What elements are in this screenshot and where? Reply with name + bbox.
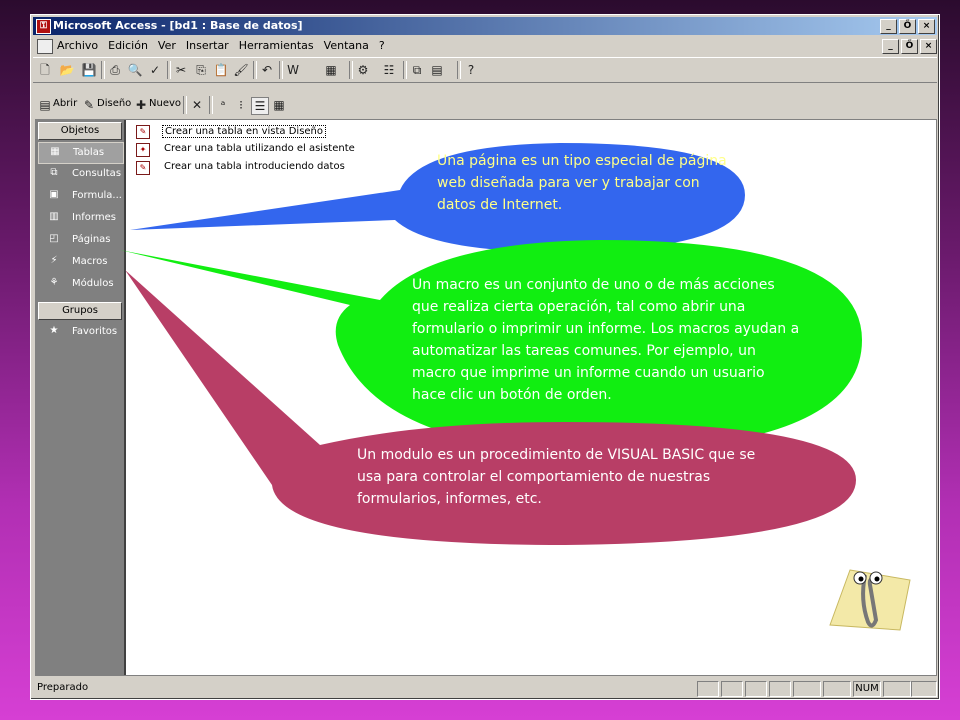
macro-icon: ⚡: [50, 255, 58, 266]
new-object-icon[interactable]: ▤: [429, 62, 445, 78]
new-file-icon[interactable]: 🗋: [37, 62, 53, 78]
cut-icon[interactable]: ✂: [173, 62, 189, 78]
doc-close-button[interactable]: ×: [920, 39, 937, 54]
object-formularios[interactable]: ▣ Formula...: [38, 186, 122, 206]
new-button[interactable]: Nuevo: [149, 98, 181, 109]
relationships-icon[interactable]: ⧉: [409, 62, 425, 78]
analyze-icon[interactable]: ▦: [323, 62, 339, 78]
print-icon[interactable]: ⎙: [107, 62, 123, 78]
paste-icon[interactable]: 📋: [213, 62, 229, 78]
menu-help[interactable]: ?: [379, 39, 385, 52]
objects-header[interactable]: Objetos: [38, 122, 122, 140]
copy-icon[interactable]: ⎘: [193, 62, 209, 78]
details-view-icon[interactable]: ▦: [271, 97, 287, 113]
object-modulos[interactable]: ⚘ Módulos: [38, 274, 122, 294]
object-tablas[interactable]: ▦ Tablas: [38, 142, 124, 164]
pages-callout-text: Una página es un tipo especial de página…: [437, 153, 727, 213]
list-view-icon[interactable]: ☰: [251, 97, 269, 115]
office-links-icon[interactable]: W: [285, 62, 301, 78]
form-icon: ▣: [49, 189, 59, 200]
doc-minimize-button[interactable]: _: [882, 39, 899, 54]
report-icon: ▥: [49, 211, 59, 222]
spelling-icon[interactable]: ✓: [147, 62, 163, 78]
page-icon: ◰: [49, 233, 59, 244]
menu-ventana[interactable]: Ventana: [324, 39, 369, 52]
groups-header[interactable]: Grupos: [38, 302, 122, 320]
wizard-icon: ✦: [136, 143, 150, 157]
group-favoritos[interactable]: ★ Favoritos: [38, 322, 122, 342]
num-lock-indicator: NUM: [853, 681, 881, 697]
format-painter-icon[interactable]: 🖌: [233, 62, 249, 78]
menu-insertar[interactable]: Insertar: [186, 39, 229, 52]
database-toolbar: ▤ Abrir ✎ Diseño ✚ Nuevo ✕ ᵃ ⁝ ☰ ▦: [33, 93, 937, 117]
standard-toolbar: 🗋 📂 💾 ⎙ 🔍 ✓ ✂ ⎘ 📋 🖌 ↶ W ▦ ⚙ ☷ ⧉ ▤ ?: [33, 57, 937, 83]
menu-bar: Archivo Edición Ver Insertar Herramienta…: [33, 37, 937, 55]
module-icon: ⚘: [49, 277, 59, 288]
large-icons-icon[interactable]: ᵃ: [215, 97, 231, 113]
menu-ver[interactable]: Ver: [158, 39, 176, 52]
object-consultas[interactable]: ⧉ Consultas: [38, 164, 122, 184]
objects-pane: Objetos ▦ Tablas ⧉ Consultas ▣ Formula..…: [36, 120, 126, 675]
menu-archivo[interactable]: Archivo: [57, 39, 98, 52]
object-paginas[interactable]: ◰ Páginas: [38, 230, 122, 250]
office-assistant-clippy[interactable]: [820, 560, 920, 640]
undo-icon[interactable]: ↶: [259, 62, 275, 78]
query-icon: ⧉: [50, 167, 58, 178]
open-icon: ▤: [39, 98, 51, 112]
design-view-icon: ✎: [136, 125, 150, 139]
title-bar: ⚿ Microsoft Access - [bd1 : Base de dato…: [33, 17, 937, 35]
open-button[interactable]: Abrir: [53, 98, 77, 109]
doc-restore-button[interactable]: Ő: [901, 39, 918, 54]
minimize-button[interactable]: _: [880, 19, 897, 34]
status-text: Preparado: [37, 682, 89, 693]
object-macros[interactable]: ⚡ Macros: [38, 252, 122, 272]
properties-icon[interactable]: ☷: [381, 62, 397, 78]
restore-button[interactable]: Ő: [899, 19, 916, 34]
access-key-icon: ⚿: [36, 19, 51, 34]
help-icon[interactable]: ?: [463, 62, 479, 78]
design-icon: ✎: [83, 98, 95, 112]
object-informes[interactable]: ▥ Informes: [38, 208, 122, 228]
macros-callout-text: Un macro es un conjunto de uno o de más …: [412, 277, 800, 403]
save-icon[interactable]: 💾: [81, 62, 97, 78]
new-icon: ✚: [135, 98, 147, 112]
favorites-icon: ★: [49, 325, 59, 336]
document-icon[interactable]: [37, 39, 53, 54]
delete-icon[interactable]: ✕: [189, 97, 205, 113]
window-title: Microsoft Access - [bd1 : Base de datos]: [53, 19, 303, 32]
datasheet-icon: ✎: [136, 161, 150, 175]
modules-callout-text: Un modulo es un procedimiento de VISUAL …: [357, 447, 756, 507]
close-button[interactable]: ×: [918, 19, 935, 34]
preview-icon[interactable]: 🔍: [127, 62, 143, 78]
code-icon[interactable]: ⚙: [355, 62, 371, 78]
design-button[interactable]: Diseño: [97, 98, 131, 109]
open-folder-icon[interactable]: 📂: [59, 62, 75, 78]
menu-edicion[interactable]: Edición: [108, 39, 148, 52]
small-icons-icon[interactable]: ⁝: [233, 97, 249, 113]
table-icon: ▦: [50, 146, 60, 157]
status-bar: Preparado NUM: [33, 679, 937, 697]
menu-herramientas[interactable]: Herramientas: [239, 39, 314, 52]
